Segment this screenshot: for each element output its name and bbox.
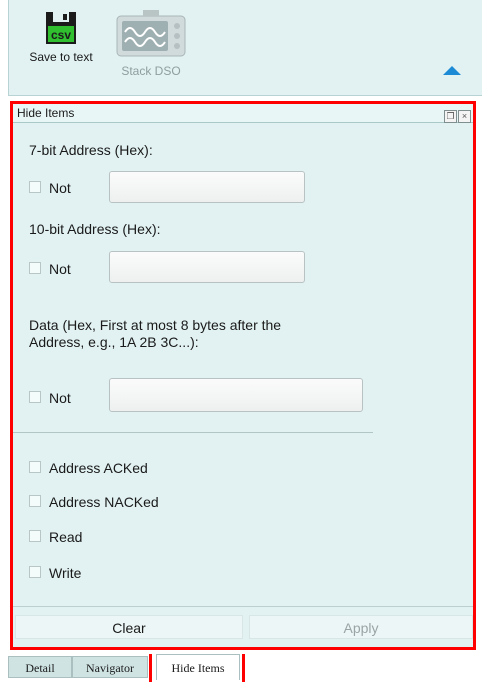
save-to-text-label: Save to text xyxy=(29,50,93,64)
addr7-input[interactable] xyxy=(109,171,305,203)
checkbox-box[interactable] xyxy=(29,495,41,507)
checkbox-box[interactable] xyxy=(29,262,41,274)
floppy-csv-icon: csv xyxy=(46,12,76,44)
highlight-marker-right xyxy=(242,654,251,682)
tab-navigator[interactable]: Navigator xyxy=(72,656,148,678)
option-label: Read xyxy=(49,529,83,545)
option-label: Address ACKed xyxy=(49,460,148,476)
toolbar: csv Save to text Stack DSO xyxy=(8,0,482,96)
save-to-text-button[interactable]: csv Save to text xyxy=(21,10,101,64)
addr7-label: 7-bit Address (Hex): xyxy=(29,142,153,158)
tab-detail[interactable]: Detail xyxy=(8,656,72,678)
checkbox-box[interactable] xyxy=(29,391,41,403)
tab-hide-items[interactable]: Hide Items xyxy=(156,654,240,680)
restore-icon[interactable]: ❐ xyxy=(444,110,457,123)
svg-text:csv: csv xyxy=(51,28,71,42)
panel-title: Hide Items xyxy=(17,106,75,120)
collapse-up-icon[interactable] xyxy=(443,66,461,75)
panel-action-bar: Clear Apply xyxy=(13,606,473,647)
addr10-label: 10-bit Address (Hex): xyxy=(29,221,161,237)
not-label: Not xyxy=(49,390,71,406)
data-input[interactable] xyxy=(109,378,363,412)
option-label: Write xyxy=(49,565,82,581)
checkbox-box[interactable] xyxy=(29,530,41,542)
checkbox-box[interactable] xyxy=(29,566,41,578)
oscilloscope-icon xyxy=(116,10,186,57)
data-label-line2: Address, e.g., 1A 2B 3C...): xyxy=(29,334,199,350)
panel-controls: ❐ × xyxy=(443,106,471,124)
panel-title-bar: Hide Items ❐ × xyxy=(13,104,473,123)
hide-items-panel: Hide Items ❐ × 7-bit Address (Hex): Not 1… xyxy=(10,101,476,650)
stack-dso-label: Stack DSO xyxy=(121,64,181,78)
checkbox-box[interactable] xyxy=(29,181,41,193)
option-label: Address NACKed xyxy=(49,494,159,510)
checkbox-box[interactable] xyxy=(29,461,41,473)
close-icon[interactable]: × xyxy=(458,110,471,123)
not-label: Not xyxy=(49,261,71,277)
not-label: Not xyxy=(49,180,71,196)
addr10-input[interactable] xyxy=(109,251,305,283)
stack-dso-button[interactable]: Stack DSO xyxy=(111,10,191,78)
apply-button[interactable]: Apply xyxy=(249,615,473,639)
highlight-marker-left xyxy=(143,654,152,682)
section-divider xyxy=(13,432,373,433)
clear-button[interactable]: Clear xyxy=(15,615,243,639)
data-label-line1: Data (Hex, First at most 8 bytes after t… xyxy=(29,317,282,333)
